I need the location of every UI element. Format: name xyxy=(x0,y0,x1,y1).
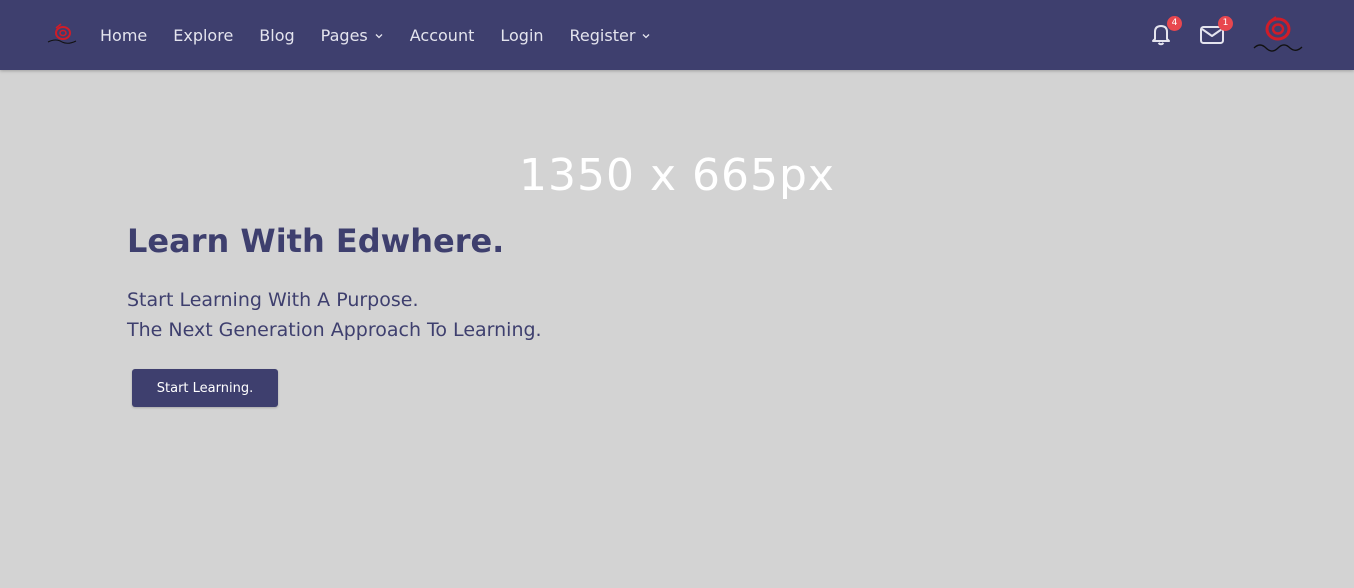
nav-login-label: Login xyxy=(500,25,544,45)
hero-image-placeholder: 1350 x 665px xyxy=(519,150,835,201)
hero-subtitle-line-2: The Next Generation Approach To Learning… xyxy=(127,319,542,341)
start-learning-button[interactable]: Start Learning. xyxy=(132,369,278,407)
chevron-down-icon xyxy=(642,34,650,39)
nav-blog[interactable]: Blog xyxy=(259,26,294,45)
messages-button[interactable]: 1 xyxy=(1198,16,1233,48)
hero-subtitle-line-1: Start Learning With A Purpose. xyxy=(127,289,419,311)
nav-home[interactable]: Home xyxy=(100,26,147,45)
nav-register-label: Register xyxy=(569,25,636,45)
notification-count-badge: 4 xyxy=(1167,16,1182,31)
hero-title: Learn With Edwhere. xyxy=(127,222,505,260)
message-count-badge: 1 xyxy=(1218,16,1233,31)
chevron-down-icon xyxy=(375,34,383,39)
nav-account[interactable]: Account xyxy=(410,26,475,45)
nav-pages-label: Pages xyxy=(320,25,368,45)
nav-explore[interactable]: Explore xyxy=(173,26,233,45)
nav-login[interactable]: Login xyxy=(500,26,543,45)
notifications-button[interactable]: 4 xyxy=(1147,16,1182,48)
nav-pages-dropdown[interactable]: Pages xyxy=(321,26,384,45)
nav-blog-label: Blog xyxy=(259,25,295,45)
user-avatar-icon[interactable] xyxy=(1248,14,1306,56)
brand-logo-icon[interactable] xyxy=(46,22,78,46)
nav-explore-label: Explore xyxy=(173,25,234,45)
main-nav: Home Explore Blog Pages Account Login Re… xyxy=(100,0,677,70)
nav-home-label: Home xyxy=(100,25,148,45)
nav-register-dropdown[interactable]: Register xyxy=(570,26,652,45)
nav-account-label: Account xyxy=(409,25,475,45)
top-navbar: Home Explore Blog Pages Account Login Re… xyxy=(0,0,1354,70)
